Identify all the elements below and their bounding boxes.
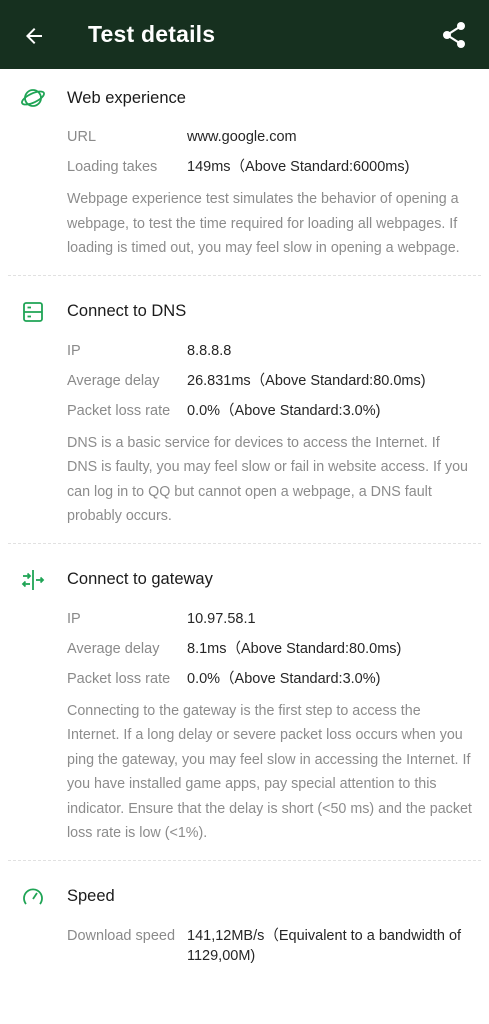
section-gateway: Connect to gateway IP 10.97.58.1 Average… bbox=[0, 544, 489, 860]
info-row-ip: IP 8.8.8.8 bbox=[67, 341, 473, 361]
section-header: Connect to DNS bbox=[23, 283, 473, 341]
page-title: Test details bbox=[88, 21, 216, 47]
row-value: 0.0%（Above Standard:3.0%) bbox=[187, 402, 381, 419]
section-description: DNS is a basic service for devices to ac… bbox=[67, 434, 468, 525]
section-description: Connecting to the gateway is the first s… bbox=[67, 702, 472, 842]
planet-icon bbox=[21, 89, 45, 107]
section-title: Connect to DNS bbox=[67, 302, 187, 320]
section-title: Connect to gateway bbox=[67, 570, 213, 588]
section-web-experience: Web experience URL www.google.com Loadin… bbox=[0, 69, 489, 275]
row-label: Loading takes bbox=[67, 159, 158, 175]
row-label: Packet loss rate bbox=[67, 670, 171, 687]
row-value: 149ms（Above Standard:6000ms) bbox=[187, 159, 410, 175]
gateway-icon bbox=[21, 569, 45, 590]
row-label: IP bbox=[67, 342, 81, 359]
row-value: 141,12MB/s（Equivalent to a bandwidth of … bbox=[187, 927, 462, 964]
info-row-average-delay: Average delay 26.831ms（Above Standard:80… bbox=[67, 371, 473, 391]
info-row-url: URL www.google.com bbox=[67, 127, 473, 147]
server-icon bbox=[23, 301, 43, 322]
row-value: 8.8.8.8 bbox=[187, 342, 232, 359]
section-title: Web experience bbox=[67, 88, 186, 107]
row-value: 10.97.58.1 bbox=[187, 610, 256, 627]
row-value: 26.831ms（Above Standard:80.0ms) bbox=[187, 372, 426, 389]
section-description: Webpage experience test simulates the be… bbox=[67, 191, 460, 256]
row-label: IP bbox=[67, 610, 81, 627]
section-header: Connect to gateway bbox=[21, 551, 473, 609]
app-bar: Test details bbox=[0, 0, 489, 69]
section-speed: Speed Download speed 141,12MB/s（Equivale… bbox=[0, 861, 489, 966]
row-value: www.google.com bbox=[187, 129, 297, 145]
info-row-loading: Loading takes 149ms（Above Standard:6000m… bbox=[67, 157, 473, 177]
speedometer-icon bbox=[23, 888, 43, 905]
section-header: Web experience bbox=[21, 69, 473, 127]
row-label: Average delay bbox=[67, 372, 160, 389]
row-label: Packet loss rate bbox=[67, 402, 171, 419]
share-button[interactable] bbox=[438, 18, 470, 52]
info-row-packet-loss: Packet loss rate 0.0%（Above Standard:3.0… bbox=[67, 401, 473, 421]
info-row-download-speed: Download speed 141,12MB/s（Equivalent to … bbox=[67, 926, 473, 966]
row-label: URL bbox=[67, 129, 97, 145]
row-value: 0.0%（Above Standard:3.0%) bbox=[187, 670, 381, 687]
info-row-ip: IP 10.97.58.1 bbox=[67, 609, 473, 629]
row-label: Average delay bbox=[67, 640, 160, 657]
share-icon bbox=[443, 22, 465, 48]
info-row-packet-loss: Packet loss rate 0.0%（Above Standard:3.0… bbox=[67, 669, 473, 689]
back-button[interactable] bbox=[18, 20, 50, 52]
row-label: Download speed bbox=[67, 927, 176, 944]
section-title: Speed bbox=[67, 887, 115, 905]
row-value: 8.1ms（Above Standard:80.0ms) bbox=[187, 640, 402, 657]
info-row-average-delay: Average delay 8.1ms（Above Standard:80.0m… bbox=[67, 639, 473, 659]
section-header: Speed bbox=[23, 868, 473, 926]
arrow-back-icon bbox=[26, 28, 42, 44]
section-dns: Connect to DNS IP 8.8.8.8 Average delay … bbox=[0, 276, 489, 543]
details-content: Web experience URL www.google.com Loadin… bbox=[0, 69, 489, 976]
